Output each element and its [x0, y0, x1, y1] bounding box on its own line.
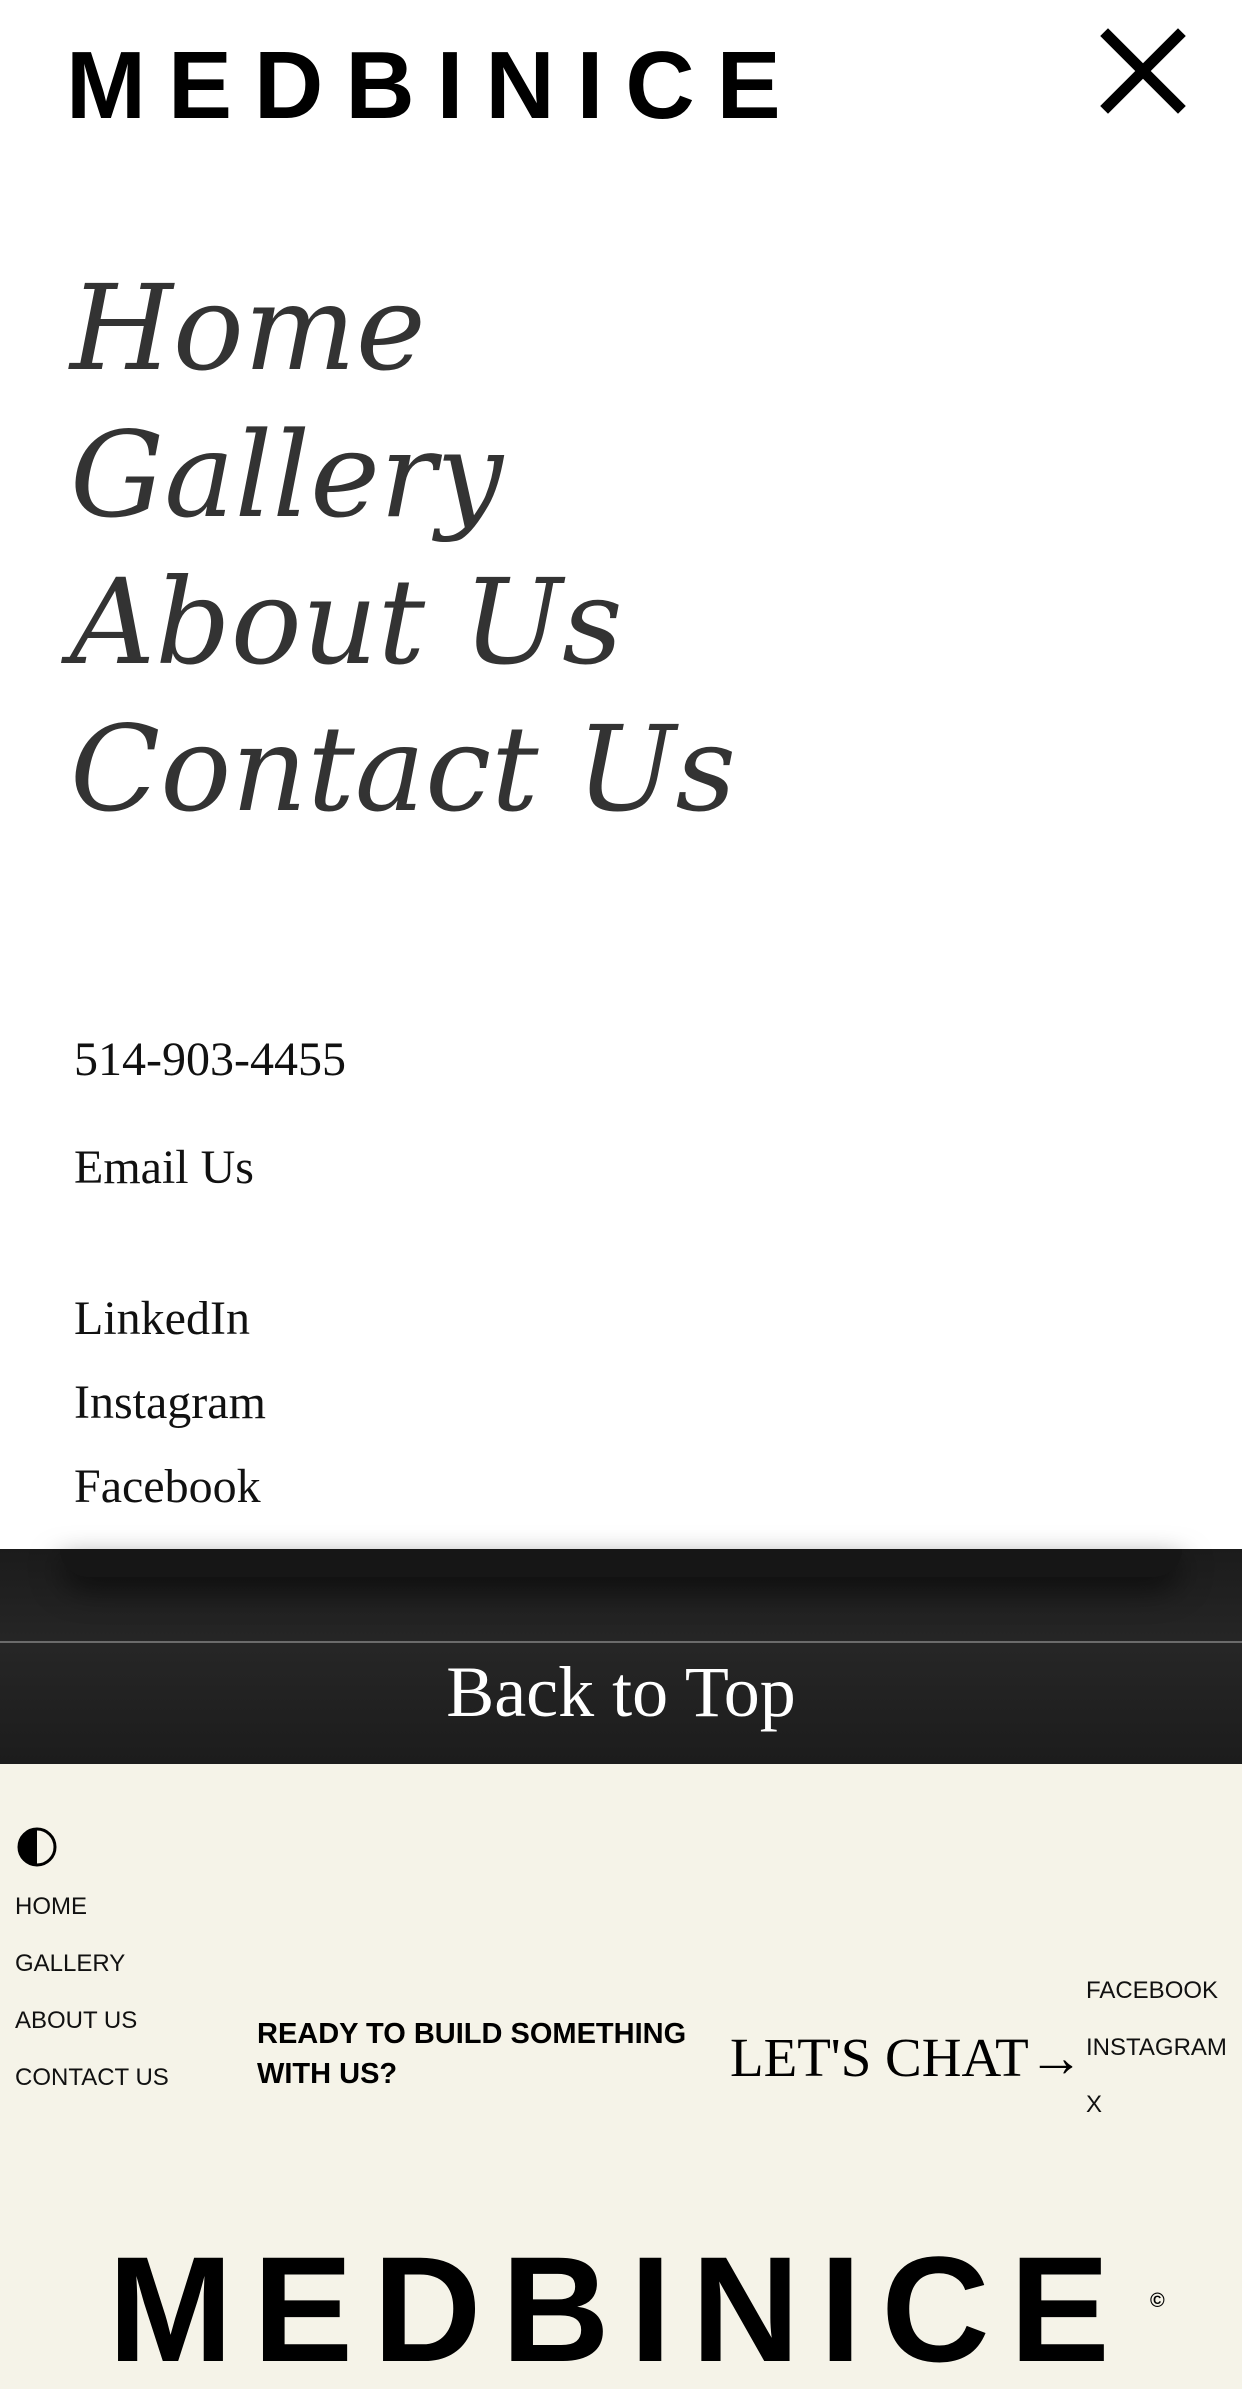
menu-item-contact-us[interactable]: Contact Us [70, 696, 736, 843]
footer: HOME GALLERY ABOUT US CONTACT US READY T… [0, 1764, 1242, 2389]
close-button[interactable] [1100, 28, 1186, 114]
menu-item-home[interactable]: Home [70, 255, 736, 402]
footer-nav: HOME GALLERY ABOUT US CONTACT US [15, 1892, 169, 2120]
menu-item-gallery[interactable]: Gallery [70, 402, 736, 549]
footer-link-about-us[interactable]: ABOUT US [15, 2006, 169, 2063]
phone-link[interactable]: 514-903-4455 [74, 1033, 346, 1087]
footer-link-instagram[interactable]: INSTAGRAM [1086, 2033, 1227, 2090]
footer-link-facebook[interactable]: FACEBOOK [1086, 1976, 1227, 2033]
site-logo[interactable]: MEDBINICE [66, 38, 803, 134]
cta-line-2: WITH US? [257, 2058, 398, 2090]
contrast-icon [17, 1827, 57, 1867]
close-icon [1100, 28, 1186, 114]
copyright-symbol: © [1150, 2290, 1165, 2312]
footer-link-contact-us[interactable]: CONTACT US [15, 2063, 169, 2120]
footer-link-x[interactable]: X [1086, 2090, 1227, 2147]
footer-social: FACEBOOK INSTAGRAM X [1086, 1976, 1227, 2147]
linkedin-link[interactable]: LinkedIn [74, 1292, 250, 1346]
menu-overlay: MEDBINICE Home Gallery About Us Contact … [0, 0, 1242, 1549]
footer-logo: MEDBINICE [108, 2225, 1130, 2393]
theme-toggle[interactable] [16, 1826, 58, 1868]
main-menu: Home Gallery About Us Contact Us [70, 255, 736, 843]
divider [0, 1641, 1242, 1643]
facebook-link[interactable]: Facebook [74, 1460, 261, 1514]
back-to-top-button[interactable]: Back to Top [0, 1656, 1242, 1728]
email-link[interactable]: Email Us [74, 1141, 254, 1195]
cta-line-1: READY TO BUILD SOMETHING [257, 2018, 687, 2050]
menu-item-about-us[interactable]: About Us [70, 549, 736, 696]
cta-text: READY TO BUILD SOMETHING WITH US? [257, 2014, 717, 2094]
lets-chat-link[interactable]: LET'S CHAT→ [730, 2030, 1084, 2085]
dark-card-edge [60, 1549, 1182, 1577]
footer-link-gallery[interactable]: GALLERY [15, 1949, 169, 2006]
instagram-link[interactable]: Instagram [74, 1376, 266, 1430]
footer-link-home[interactable]: HOME [15, 1892, 169, 1949]
